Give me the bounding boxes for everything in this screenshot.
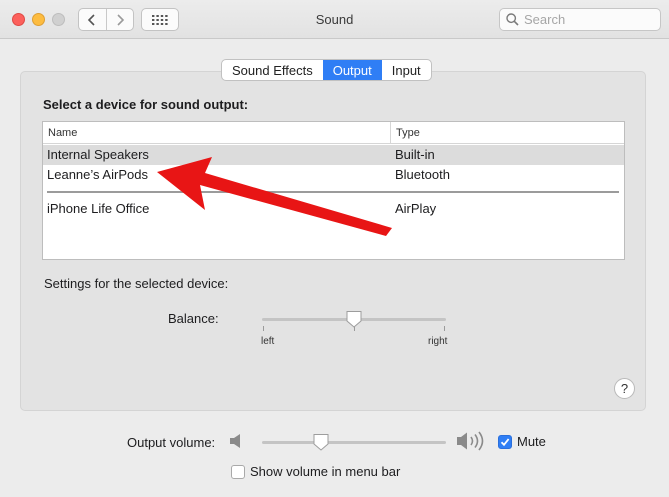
show-volume-checkbox-box[interactable] (231, 464, 245, 479)
volume-slider-knob[interactable] (313, 433, 329, 451)
tab-sound-effects[interactable]: Sound Effects (222, 60, 323, 80)
table-row[interactable]: Internal Speakers Built-in (43, 145, 624, 165)
device-type: Bluetooth (395, 167, 450, 182)
balance-tick (263, 326, 264, 331)
output-volume-label: Output volume: (127, 435, 216, 450)
device-name: Leanne’s AirPods (47, 167, 148, 182)
column-header-name[interactable]: Name (48, 127, 77, 139)
device-group-divider (47, 191, 619, 193)
help-button[interactable]: ? (614, 378, 635, 399)
balance-label: Balance: (168, 311, 219, 326)
speaker-low-icon (230, 434, 240, 448)
device-table: Name Type Internal Speakers Built-in Lea… (42, 121, 625, 260)
mute-checkbox-box[interactable] (498, 434, 512, 449)
mute-label: Mute (517, 434, 546, 449)
device-name: Internal Speakers (47, 147, 149, 162)
volume-slider-track[interactable] (262, 441, 446, 444)
show-volume-checkbox[interactable]: Show volume in menu bar (231, 464, 400, 479)
section-title: Select a device for sound output: (43, 97, 249, 112)
balance-right-label: right (428, 336, 448, 347)
checkmark-icon (500, 437, 510, 446)
balance-left-label: left (261, 336, 275, 347)
mute-checkbox[interactable]: Mute (498, 434, 546, 449)
search-input[interactable] (524, 12, 654, 27)
device-type: Built-in (395, 147, 435, 162)
search-field[interactable] (499, 8, 661, 31)
device-settings-label: Settings for the selected device: (44, 276, 229, 291)
balance-tick (444, 326, 445, 331)
title-bar: Sound (0, 0, 669, 39)
table-header: Name Type (43, 122, 624, 144)
device-name: iPhone Life Office (47, 201, 150, 216)
table-row[interactable]: Leanne’s AirPods Bluetooth (43, 165, 624, 185)
table-row[interactable]: iPhone Life Office AirPlay (43, 199, 624, 219)
tab-bar: Sound Effects Output Input (221, 59, 432, 81)
balance-slider-knob[interactable] (346, 310, 362, 328)
tab-output[interactable]: Output (322, 60, 382, 80)
speaker-high-icon (457, 431, 484, 451)
search-icon (506, 13, 519, 26)
help-icon: ? (620, 381, 629, 396)
tab-input[interactable]: Input (382, 60, 431, 80)
device-type: AirPlay (395, 201, 437, 216)
column-header-type[interactable]: Type (390, 122, 590, 143)
show-volume-label: Show volume in menu bar (250, 464, 401, 479)
